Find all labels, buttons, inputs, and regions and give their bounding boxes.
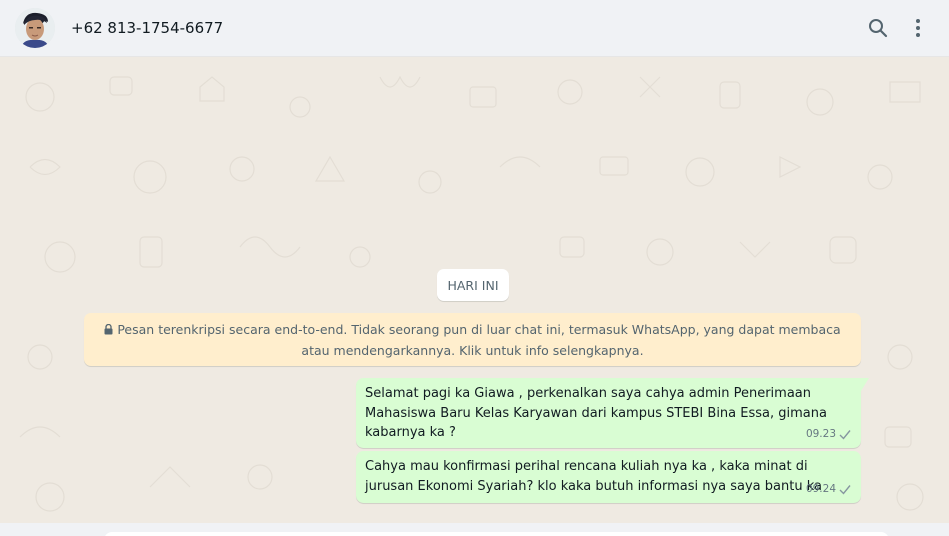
date-divider: HARI INI xyxy=(437,269,509,301)
message-meta: 09.24 xyxy=(806,480,851,500)
encryption-notice-text: Pesan terenkripsi secara end-to-end. Tid… xyxy=(117,322,841,358)
search-icon[interactable] xyxy=(866,16,890,40)
single-check-icon xyxy=(839,484,851,495)
message-text: Selamat pagi ka Giawa , perkenalkan saya… xyxy=(365,386,827,440)
message-time: 09.24 xyxy=(805,482,836,495)
avatar-image xyxy=(15,8,55,48)
contact-name[interactable]: +62 813-1754-6677 xyxy=(71,19,223,37)
bubble-tail xyxy=(861,378,869,391)
outgoing-message[interactable]: Cahya mau konfirmasi perihal rencana kul… xyxy=(356,451,861,503)
outgoing-message[interactable]: Selamat pagi ka Giawa , perkenalkan saya… xyxy=(356,378,869,448)
encryption-notice[interactable]: Pesan terenkripsi secara end-to-end. Tid… xyxy=(84,313,861,366)
chat-area[interactable]: HARI INI Pesan terenkripsi secara end-to… xyxy=(0,57,949,523)
chat-header: +62 813-1754-6677 xyxy=(0,0,949,57)
message-meta: 09.23 xyxy=(806,425,851,445)
composer-bar xyxy=(0,523,949,536)
contact-avatar[interactable] xyxy=(15,8,55,48)
lock-icon xyxy=(104,324,113,335)
message-text: Cahya mau konfirmasi perihal rencana kul… xyxy=(365,459,822,494)
single-check-icon xyxy=(839,429,851,440)
message-input[interactable] xyxy=(104,532,889,536)
message-time: 09.23 xyxy=(805,427,836,440)
more-vertical-icon[interactable] xyxy=(906,16,930,40)
